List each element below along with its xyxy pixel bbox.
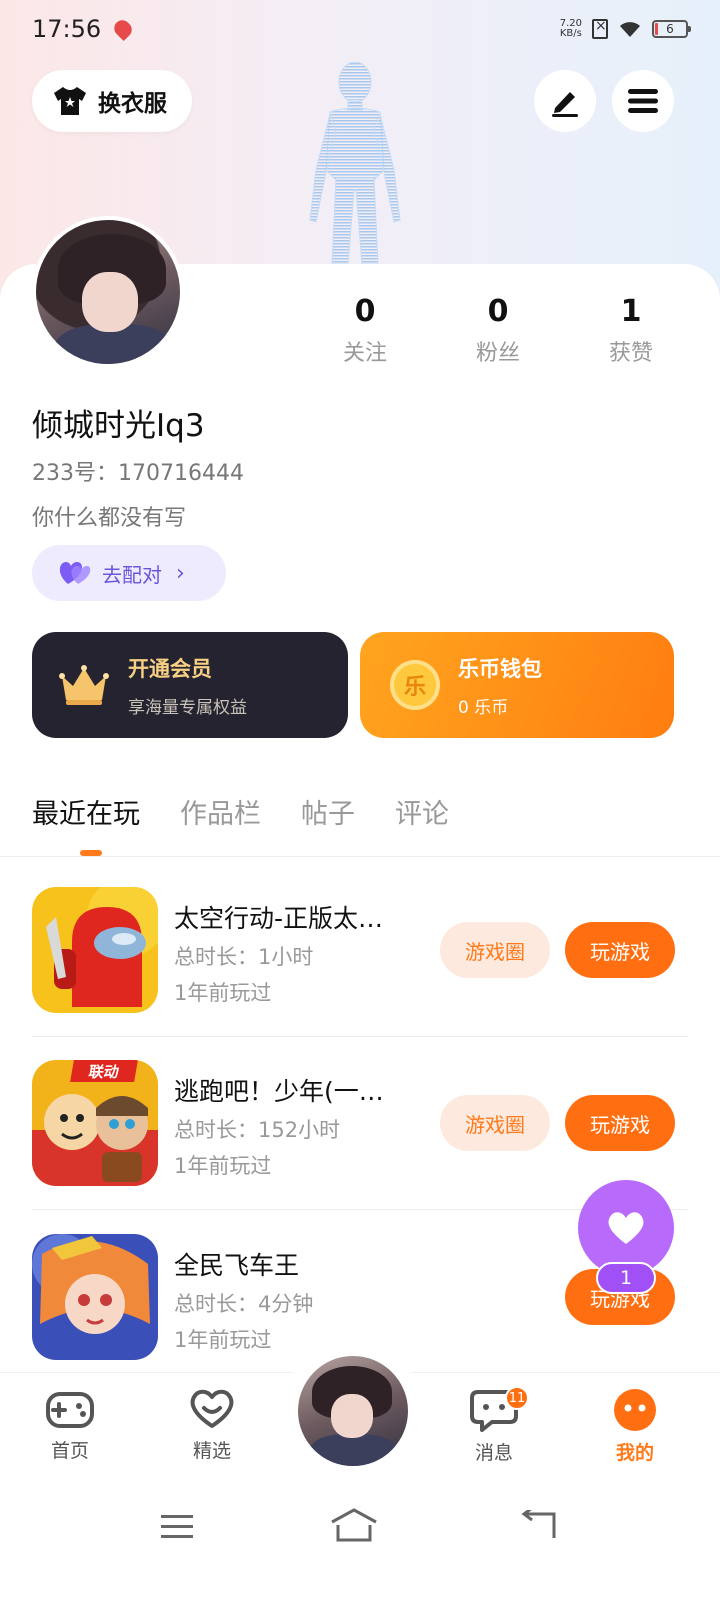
- list-item[interactable]: 太空行动-正版太… 总时长：1小时 1年前玩过 游戏圈 玩游戏: [32, 887, 688, 1013]
- stat-likes-label: 获赞: [608, 341, 653, 366]
- battery-icon: 6: [652, 20, 691, 38]
- stat-followers-value: 0: [487, 294, 509, 329]
- row-divider: [32, 1036, 688, 1037]
- sim-off-icon: [592, 18, 608, 39]
- stat-likes[interactable]: 1 获赞: [586, 294, 676, 367]
- status-icons: 7.20 KB/s 6: [560, 18, 691, 39]
- stat-likes-value: 1: [620, 294, 642, 329]
- tab-works[interactable]: 作品栏: [180, 792, 261, 831]
- go-match-label: 去配对: [102, 562, 162, 587]
- change-outfit-button[interactable]: 换衣服: [32, 70, 192, 132]
- net-speed-unit: KB/s: [559, 28, 582, 39]
- like-count-badge: 1: [596, 1262, 656, 1294]
- location-icon: [111, 16, 136, 42]
- game-name: 全民飞车王: [174, 1251, 300, 1280]
- shirt-icon: [52, 85, 88, 117]
- net-speed: 7.20 KB/s: [560, 19, 582, 39]
- game-icon-run-away[interactable]: 联动: [32, 1060, 158, 1186]
- game-circle-button[interactable]: 游戏圈: [440, 1095, 550, 1151]
- heart-outline-icon: [190, 1389, 234, 1428]
- nav-me[interactable]: 我的: [595, 1388, 675, 1465]
- back-icon[interactable]: [520, 1510, 556, 1540]
- play-game-button[interactable]: 玩游戏: [565, 1095, 675, 1151]
- list-item[interactable]: 联动 逃跑吧！少年(一… 总时长：152小时 1年前玩过 游戏圈 玩游戏: [32, 1060, 688, 1186]
- stat-following-label: 关注: [342, 341, 387, 366]
- battery-level: 6: [666, 22, 674, 36]
- nav-messages-label: 消息: [474, 1442, 513, 1464]
- game-last-played: 1年前玩过: [174, 1154, 272, 1178]
- game-name: 逃跑吧！少年(一…: [174, 1077, 384, 1106]
- coin-wallet-card[interactable]: 乐 乐币钱包 0 乐币: [360, 632, 674, 738]
- nav-avatar-button[interactable]: [298, 1356, 408, 1466]
- avatar-hologram[interactable]: [296, 60, 414, 268]
- me-face-icon: [614, 1389, 656, 1431]
- tab-comments[interactable]: 评论: [395, 792, 449, 831]
- stat-following-value: 0: [354, 294, 376, 329]
- more-menu-button[interactable]: [612, 70, 674, 132]
- nav-featured[interactable]: 精选: [172, 1388, 252, 1463]
- wallet-title: 乐币钱包: [458, 656, 542, 681]
- stat-followers[interactable]: 0 粉丝: [453, 294, 543, 367]
- message-count-badge: 11: [505, 1386, 529, 1410]
- game-icon-racing-king[interactable]: [32, 1234, 158, 1360]
- crown-icon: [59, 665, 109, 705]
- vip-membership-card[interactable]: 开通会员 享海量专属权益: [32, 632, 348, 738]
- tabs-divider: [0, 856, 720, 857]
- game-playtime: 总时长：1小时: [174, 945, 314, 969]
- change-outfit-label: 换衣服: [98, 91, 167, 117]
- system-nav-bar: [0, 1484, 720, 1600]
- game-last-played: 1年前玩过: [174, 1328, 272, 1352]
- play-game-button[interactable]: 玩游戏: [565, 922, 675, 978]
- game-last-played: 1年前玩过: [174, 981, 272, 1005]
- nav-featured-label: 精选: [192, 1440, 231, 1462]
- vip-title: 开通会员: [128, 656, 212, 681]
- tab-recently-played[interactable]: 最近在玩: [32, 792, 140, 831]
- user-id: 233号：170716444: [32, 461, 244, 486]
- chevron-right-icon: ›: [176, 560, 185, 586]
- game-icon-tag: 联动: [70, 1060, 138, 1082]
- nav-home-label: 首页: [50, 1440, 89, 1462]
- game-icon-space-action[interactable]: [32, 887, 158, 1013]
- recent-apps-icon[interactable]: [160, 1512, 194, 1540]
- tab-posts[interactable]: 帖子: [301, 792, 355, 831]
- double-heart-icon: [59, 562, 91, 584]
- vip-subtitle: 享海量专属权益: [128, 697, 247, 718]
- nav-home[interactable]: 首页: [30, 1388, 110, 1463]
- menu-icon: [628, 89, 658, 113]
- wallet-balance: 0 乐币: [458, 697, 509, 718]
- status-time: 17:56: [32, 15, 102, 43]
- game-playtime: 总时长：4分钟: [174, 1292, 314, 1316]
- gamepad-icon: [46, 1392, 94, 1428]
- stat-followers-label: 粉丝: [475, 341, 520, 366]
- home-icon[interactable]: [330, 1508, 378, 1542]
- heart-icon: [608, 1212, 644, 1244]
- nav-me-label: 我的: [615, 1442, 654, 1464]
- stat-following[interactable]: 0 关注: [320, 294, 410, 367]
- wifi-icon: [618, 20, 642, 38]
- user-bio[interactable]: 你什么都没有写: [32, 500, 186, 532]
- game-playtime: 总时长：152小时: [174, 1118, 341, 1142]
- go-match-button[interactable]: 去配对 ›: [32, 545, 226, 601]
- game-circle-button[interactable]: 游戏圈: [440, 922, 550, 978]
- coin-icon: 乐: [390, 660, 440, 710]
- edit-icon: [552, 92, 578, 117]
- profile-tabs: 最近在玩 作品栏 帖子 评论: [32, 792, 449, 831]
- edit-profile-button[interactable]: [534, 70, 596, 132]
- game-name: 太空行动-正版太…: [174, 904, 384, 933]
- status-bar: 17:56 7.20 KB/s 6: [0, 0, 720, 58]
- user-avatar[interactable]: [32, 216, 184, 368]
- username: 倾城时光Iq3: [32, 408, 205, 444]
